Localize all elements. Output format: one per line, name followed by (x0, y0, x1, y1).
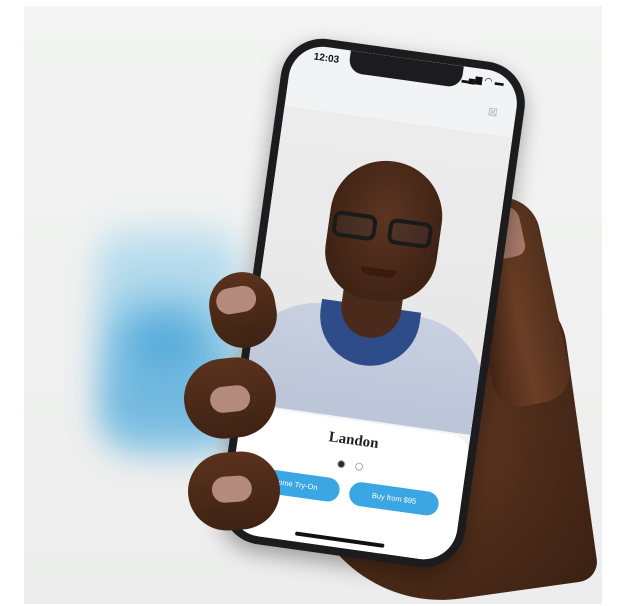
cup-highlight (120, 306, 210, 376)
close-icon[interactable]: ⊠ (483, 102, 503, 122)
status-icons: ▂▄▆ ◠ ▬ (461, 72, 505, 89)
finger-nail (208, 383, 252, 415)
virtual-try-on-photo (242, 105, 513, 435)
swatch-light[interactable] (354, 462, 364, 472)
home-indicator (294, 531, 385, 548)
buy-button[interactable]: Buy from $95 (347, 480, 441, 517)
finger-nail (211, 474, 253, 504)
finger-nail (214, 283, 259, 317)
phone-notch (347, 50, 464, 89)
status-time: 12:03 (312, 51, 340, 66)
swatch-dark[interactable] (336, 459, 346, 469)
